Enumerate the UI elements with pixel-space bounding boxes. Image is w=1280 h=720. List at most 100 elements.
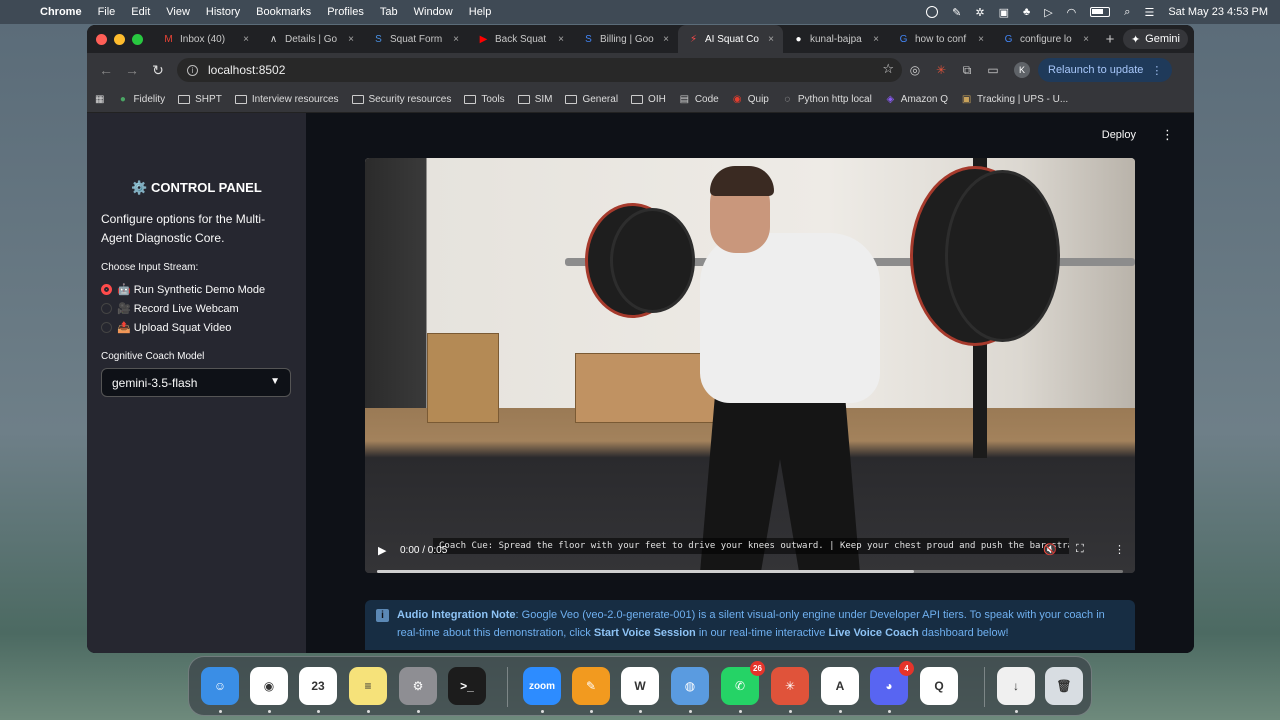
minimize-window-icon[interactable]: [114, 33, 125, 45]
tab-9[interactable]: Gconfigure lo ×: [993, 25, 1098, 53]
claude-icon[interactable]: ✳: [771, 667, 809, 705]
system-settings-icon[interactable]: ⚙: [399, 667, 437, 705]
video-progress-bar[interactable]: [377, 570, 1123, 573]
bookmark-fidelity[interactable]: ● Fidelity: [117, 94, 165, 105]
word-icon[interactable]: W: [621, 667, 659, 705]
menu-item-profiles[interactable]: Profiles: [327, 6, 364, 18]
menu-item-edit[interactable]: Edit: [131, 6, 150, 18]
tree-icon[interactable]: ♣: [1023, 6, 1030, 18]
play-circle-icon[interactable]: ▷: [1044, 6, 1052, 19]
model-select[interactable]: gemini-3.5-flash ▼: [101, 368, 291, 397]
search-icon[interactable]: ⌕: [1124, 6, 1130, 19]
menubar-clock[interactable]: Sat May 23 4:53 PM: [1168, 6, 1268, 18]
radio-option-2[interactable]: 🎥 Record Live Webcam: [101, 302, 239, 315]
whatsapp-icon[interactable]: ✆ 26: [721, 661, 765, 705]
relaunch-button[interactable]: Relaunch to update ⋮: [1038, 58, 1173, 82]
bookmark-oih[interactable]: OIH: [631, 94, 666, 105]
back-icon[interactable]: ←: [93, 62, 119, 78]
tab-close-icon[interactable]: ×: [555, 34, 567, 45]
menu-item-window[interactable]: Window: [414, 6, 453, 18]
address-text[interactable]: localhost:8502: [208, 63, 285, 77]
menu-item-file[interactable]: File: [98, 6, 116, 18]
bookmark-interview-resources[interactable]: Interview resources: [234, 94, 339, 105]
app-menu-icon[interactable]: ⋮: [1161, 127, 1174, 143]
downloads-icon[interactable]: ↓: [997, 667, 1035, 705]
wifi-icon[interactable]: ◠: [1067, 6, 1077, 19]
gemini-button[interactable]: ✦ Gemini: [1122, 29, 1188, 49]
maximize-window-icon[interactable]: [132, 33, 143, 45]
quicktime-icon[interactable]: Q: [920, 667, 958, 705]
close-window-icon[interactable]: [96, 33, 107, 45]
tab-close-icon[interactable]: ×: [870, 34, 882, 45]
video-options-icon[interactable]: ⋮: [1114, 543, 1125, 556]
finder-icon[interactable]: ☺: [201, 667, 239, 705]
tab-close-icon[interactable]: ×: [1080, 34, 1092, 45]
radio-option-3[interactable]: 📤 Upload Squat Video: [101, 321, 231, 334]
menu-item-view[interactable]: View: [166, 6, 190, 18]
tab-5[interactable]: S Billing | Goo ×: [573, 25, 678, 53]
forward-icon[interactable]: →: [119, 62, 145, 78]
discord-icon[interactable]: ◕ 4: [870, 661, 914, 705]
tab-4[interactable]: ▶ Back Squat ×: [468, 25, 573, 53]
radio-button[interactable]: [101, 322, 112, 333]
tab-6[interactable]: ⚡ AI Squat Co ×: [678, 25, 783, 53]
extensions-puzzle-icon[interactable]: ⧉: [954, 63, 980, 78]
control-center-icon[interactable]: ☰: [1144, 6, 1154, 19]
brightness-icon[interactable]: ✲: [975, 6, 984, 19]
reload-icon[interactable]: ↻: [145, 62, 171, 79]
bookmark-sim[interactable]: SIM: [517, 94, 552, 105]
artifact-icon[interactable]: A: [821, 667, 859, 705]
tab-1[interactable]: M Inbox (40) ×: [153, 25, 258, 53]
bookmark-quip[interactable]: ◉ Quip: [732, 94, 769, 105]
radio-button[interactable]: [101, 303, 112, 314]
battery-icon[interactable]: [1090, 7, 1111, 17]
menu-item-chrome[interactable]: Chrome: [40, 6, 82, 18]
site-info-icon[interactable]: i: [187, 64, 198, 76]
record-icon[interactable]: [926, 6, 939, 18]
chrome-icon[interactable]: ◉: [250, 667, 288, 705]
radio-button[interactable]: [101, 284, 112, 295]
tab-close-icon[interactable]: ×: [975, 34, 987, 45]
play-icon[interactable]: ▶: [378, 544, 386, 557]
bookmark-shpt[interactable]: SHPT: [178, 94, 222, 105]
bookmark-star-icon[interactable]: ☆: [882, 61, 894, 77]
menu-item-help[interactable]: Help: [469, 6, 492, 18]
profile-avatar[interactable]: K: [1014, 62, 1030, 78]
spy-extension-icon[interactable]: ◎: [902, 63, 928, 77]
bookmark-code[interactable]: ▤ Code: [679, 94, 719, 105]
pages-icon[interactable]: ✎: [572, 667, 610, 705]
tab-7[interactable]: ● kunal-bajpa ×: [783, 25, 888, 53]
tab-close-icon[interactable]: ×: [240, 34, 252, 45]
tab-close-icon[interactable]: ×: [450, 34, 462, 45]
bookmark-python-http-local[interactable]: ◌ Python http local: [782, 94, 871, 105]
bookmark-general[interactable]: General: [565, 94, 618, 105]
side-panel-icon[interactable]: ▭: [980, 63, 1006, 77]
apps-grid-icon[interactable]: ▦: [95, 94, 104, 105]
tab-8[interactable]: Ghow to conf ×: [888, 25, 993, 53]
tab-3[interactable]: S Squat Form ×: [363, 25, 468, 53]
deploy-button[interactable]: Deploy: [1102, 129, 1136, 141]
tab-close-icon[interactable]: ×: [660, 34, 672, 45]
radio-option-1[interactable]: 🤖 Run Synthetic Demo Mode: [101, 283, 265, 296]
menu-item-bookmarks[interactable]: Bookmarks: [256, 6, 311, 18]
fullscreen-icon[interactable]: ⛶: [1076, 543, 1084, 556]
address-bar[interactable]: i localhost:8502 ☆: [177, 58, 902, 82]
bookmark-security-resources[interactable]: Security resources: [351, 94, 451, 105]
bookmark-tools[interactable]: Tools: [464, 94, 505, 105]
terminal-icon[interactable]: >_: [448, 667, 486, 705]
menu-item-tab[interactable]: Tab: [380, 6, 398, 18]
tab-close-icon[interactable]: ×: [345, 34, 357, 45]
bookmark-amazon-q[interactable]: ◈ Amazon Q: [885, 94, 948, 105]
new-tab-icon[interactable]: +: [1098, 31, 1122, 48]
volume-icon[interactable]: 🔇: [1043, 543, 1057, 556]
notes-icon[interactable]: ≡: [349, 667, 387, 705]
menu-item-history[interactable]: History: [206, 6, 240, 18]
pen-icon[interactable]: ✎: [952, 6, 961, 19]
calendar-icon[interactable]: 23: [299, 667, 337, 705]
zoom-icon[interactable]: zoom: [523, 667, 561, 705]
tab-close-icon[interactable]: ×: [765, 34, 777, 45]
claude-extension-icon[interactable]: ✳: [928, 63, 954, 77]
trash-icon[interactable]: 🗑: [1045, 667, 1083, 705]
tab-2[interactable]: ∧ Details | Go ×: [258, 25, 363, 53]
marker-app-icon[interactable]: ◍: [671, 667, 709, 705]
